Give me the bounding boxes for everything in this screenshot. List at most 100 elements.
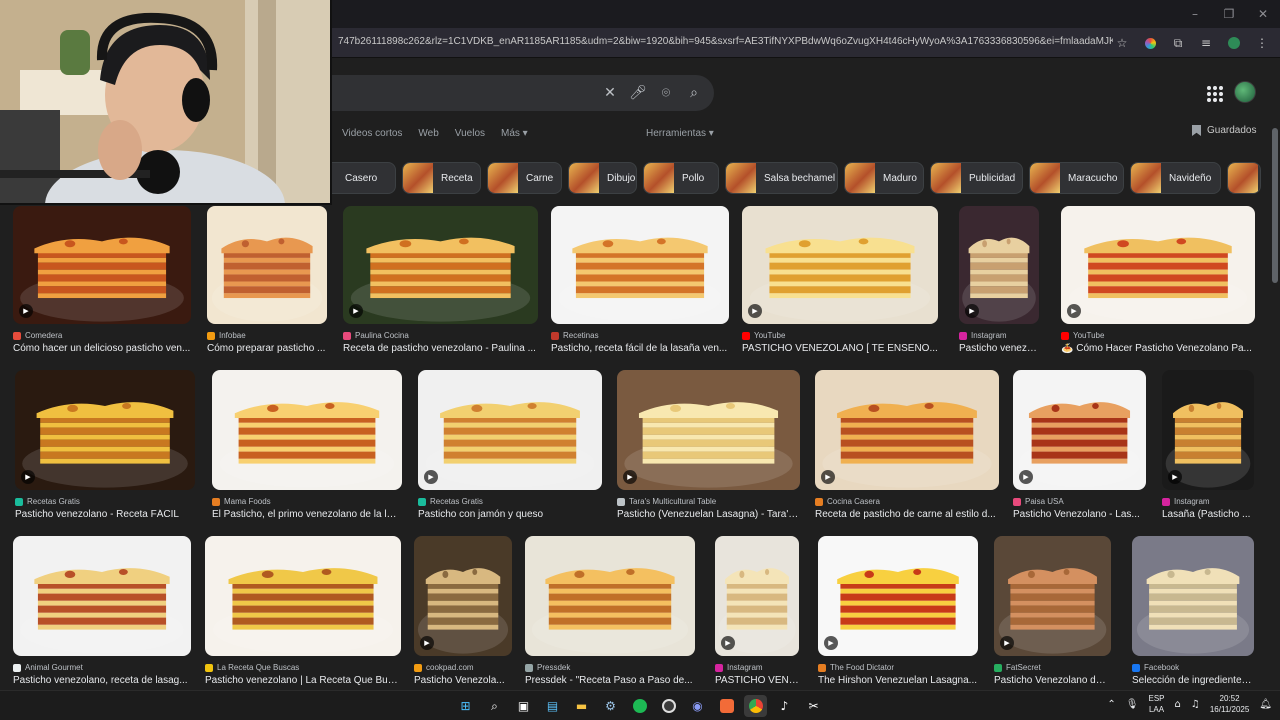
search-input[interactable]: ✕ 🎤︎ ⌾ ⌕	[300, 75, 714, 111]
image-result-card[interactable]: ▶ Cocina Casera Receta de pasticho de carn…	[815, 370, 999, 520]
image-result-card[interactable]: ▶ YouTube 🍝 Cómo Hacer Pasticho Venezolano…	[1061, 206, 1255, 354]
result-source[interactable]: Facebook	[1132, 663, 1254, 672]
result-source[interactable]: Tara's Multicultural Table	[617, 497, 800, 506]
result-source[interactable]: FatSecret	[994, 663, 1111, 672]
profile-icon[interactable]	[1222, 32, 1246, 54]
file-explorer-icon[interactable]: ▬	[570, 695, 593, 717]
saved-button[interactable]: Guardados	[1192, 125, 1256, 136]
result-thumbnail[interactable]	[551, 206, 729, 324]
tiktok-icon[interactable]: ♪	[773, 695, 796, 717]
result-title[interactable]: Cómo hacer un delicioso pasticho ven...	[13, 343, 191, 354]
chip-6[interactable]: Maduro	[844, 162, 924, 194]
chip-2[interactable]: Carne	[487, 162, 562, 194]
result-source[interactable]: YouTube	[1061, 331, 1255, 340]
image-result-card[interactable]: ▶ Paulina Cocina Receta de pasticho venezo…	[343, 206, 538, 354]
chip-8[interactable]: Maracucho	[1029, 162, 1124, 194]
url-field[interactable]: 747b26111898c262&rlz=1C1VDKB_enAR1185AR1…	[338, 36, 1113, 47]
tools-button[interactable]: Herramientas ▾	[646, 128, 714, 139]
result-title[interactable]: Pasticho venezolano - Receta FÁCIL	[15, 509, 195, 520]
result-source[interactable]: Instagram	[959, 331, 1039, 340]
image-result-card[interactable]: ▶ Instagram Pasticho venezola...	[959, 206, 1039, 354]
discord-icon[interactable]: ◉	[686, 695, 709, 717]
result-title[interactable]: Lasaña (Pasticho ...	[1162, 509, 1254, 520]
result-thumbnail[interactable]: ▶	[1162, 370, 1254, 490]
result-title[interactable]: Pasticho Venezolano - Las...	[1013, 509, 1146, 520]
lens-icon[interactable]: ⌾	[656, 82, 676, 104]
result-source[interactable]: Animal Gourmet	[13, 663, 191, 672]
color-extension-icon[interactable]	[1138, 32, 1162, 54]
tab-more[interactable]: Más ▾	[501, 128, 528, 139]
menu-icon[interactable]: ⋮	[1250, 32, 1274, 54]
result-source[interactable]: Instagram	[715, 663, 799, 672]
microphone-icon[interactable]: 🎤︎	[628, 82, 648, 104]
image-result-card[interactable]: Infobae Cómo preparar pasticho ...	[207, 206, 327, 354]
obs-icon[interactable]	[657, 695, 680, 717]
result-title[interactable]: Pasticho con jamón y queso	[418, 509, 602, 520]
result-title[interactable]: 🍝 Cómo Hacer Pasticho Venezolano Pa...	[1061, 343, 1255, 354]
chip-3[interactable]: Dibujo	[568, 162, 637, 194]
result-thumbnail[interactable]	[1132, 536, 1254, 656]
result-title[interactable]: Selección de ingredientes...	[1132, 675, 1254, 686]
result-thumbnail[interactable]: ▶	[343, 206, 538, 324]
result-title[interactable]: Pasticho, receta fácil de la lasaña ven.…	[551, 343, 729, 354]
image-result-card[interactable]: ▶ YouTube PASTICHO VENEZOLANO [ TE ENSEÑO.…	[742, 206, 938, 354]
result-thumbnail[interactable]	[205, 536, 401, 656]
result-thumbnail[interactable]: ▶	[13, 206, 191, 324]
image-result-card[interactable]: Pressdek Pressdek - "Receta Paso a Paso d…	[525, 536, 695, 686]
result-source[interactable]: Instagram	[1162, 497, 1254, 506]
result-title[interactable]: Pasticho venezola...	[959, 343, 1039, 354]
result-title[interactable]: Pasticho venezolano | La Receta Que Bus.…	[205, 675, 401, 686]
mic-tray-icon[interactable]: 🎙︎	[1126, 699, 1139, 710]
minimize-icon[interactable]: –	[1178, 0, 1212, 28]
image-result-card[interactable]: ▶ Paisa USA Pasticho Venezolano - Las...	[1013, 370, 1146, 520]
result-title[interactable]: The Hirshon Venezuelan Lasagna...	[818, 675, 978, 686]
notification-icon[interactable]: 🔔︎	[1259, 699, 1272, 710]
volume-icon[interactable]: ♫	[1191, 699, 1200, 710]
result-thumbnail[interactable]: ▶	[959, 206, 1039, 324]
apps-grid-icon[interactable]	[1203, 82, 1225, 104]
image-result-card[interactable]: Mama Foods El Pasticho, el primo venezola…	[212, 370, 402, 520]
result-thumbnail[interactable]: ▶	[1061, 206, 1255, 324]
result-thumbnail[interactable]	[207, 206, 327, 324]
image-result-card[interactable]: Recetinas Pasticho, receta fácil de la la…	[551, 206, 729, 354]
image-result-card[interactable]: Animal Gourmet Pasticho venezolano, recet…	[13, 536, 191, 686]
bookmark-star-icon[interactable]: ☆	[1110, 32, 1134, 54]
result-source[interactable]: Pressdek	[525, 663, 695, 672]
result-thumbnail[interactable]: ▶	[994, 536, 1111, 656]
result-title[interactable]: Receta de pasticho venezolano - Paulina …	[343, 343, 538, 354]
result-source[interactable]: Recetas Gratis	[418, 497, 602, 506]
result-title[interactable]: Cómo preparar pasticho ...	[207, 343, 327, 354]
tab-web[interactable]: Web	[418, 128, 438, 139]
capcut-icon[interactable]: ✂	[802, 695, 825, 717]
tab-flights[interactable]: Vuelos	[455, 128, 485, 139]
image-result-card[interactable]: ▶ Tara's Multicultural Table Pasticho (Ven…	[617, 370, 800, 520]
result-source[interactable]: Recetas Gratis	[15, 497, 195, 506]
chip-0[interactable]: Casero	[330, 162, 396, 194]
result-title[interactable]: El Pasticho, el primo venezolano de la l…	[212, 509, 402, 520]
result-thumbnail[interactable]	[13, 536, 191, 656]
result-source[interactable]: Paulina Cocina	[343, 331, 538, 340]
result-source[interactable]: Recetinas	[551, 331, 729, 340]
image-result-card[interactable]: ▶ Comedera Cómo hacer un delicioso pastich…	[13, 206, 191, 354]
result-title[interactable]: Pasticho Venezolano de ...	[994, 675, 1111, 686]
store-icon[interactable]: ▤	[541, 695, 564, 717]
language-indicator[interactable]: ESP LAA	[1149, 693, 1165, 715]
spotify-icon[interactable]	[628, 695, 651, 717]
image-result-card[interactable]: ▶ The Food Dictator The Hirshon Venezuelan…	[818, 536, 978, 686]
result-thumbnail[interactable]: ▶	[1013, 370, 1146, 490]
result-thumbnail[interactable]: ▶	[617, 370, 800, 490]
search-taskbar-icon[interactable]: ⌕	[483, 695, 506, 717]
result-title[interactable]: PASTICHO VENEZOLANO [ TE ENSEÑO...	[742, 343, 938, 354]
chip-4[interactable]: Pollo	[643, 162, 719, 194]
result-thumbnail[interactable]: ▶	[414, 536, 512, 656]
result-source[interactable]: Mama Foods	[212, 497, 402, 506]
chip-5[interactable]: Salsa bechamel	[725, 162, 838, 194]
image-result-card[interactable]: Facebook Selección de ingredientes...	[1132, 536, 1254, 686]
result-source[interactable]: Comedera	[13, 331, 191, 340]
chip-7[interactable]: Publicidad	[930, 162, 1023, 194]
result-title[interactable]: PASTICHO VENE...	[715, 675, 799, 686]
steam-icon[interactable]: ⚙	[599, 695, 622, 717]
result-thumbnail[interactable]: ▶	[742, 206, 938, 324]
extensions-icon[interactable]: ⧉	[1166, 32, 1190, 54]
result-source[interactable]: Paisa USA	[1013, 497, 1146, 506]
